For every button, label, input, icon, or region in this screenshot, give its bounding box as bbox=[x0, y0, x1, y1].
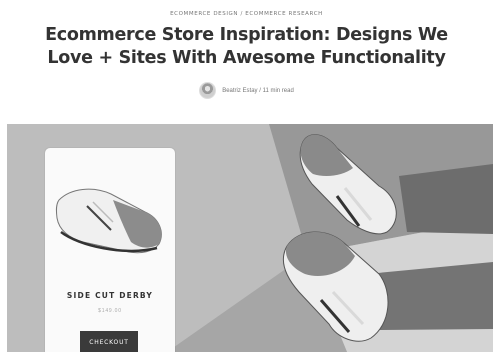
category-link-ecommerce-design[interactable]: ECOMMERCE DESIGN bbox=[170, 11, 238, 17]
leg-upper bbox=[399, 164, 493, 234]
category-breadcrumb: ECOMMERCE DESIGN / ECOMMERCE RESEARCH bbox=[0, 11, 493, 17]
read-time: 11 min read bbox=[262, 87, 294, 94]
byline: Beatriz Estay / 11 min read bbox=[0, 82, 493, 99]
title-line-2: Love + Sites With Awesome Functionality bbox=[47, 48, 446, 68]
article-title: Ecommerce Store Inspiration: Designs We … bbox=[0, 24, 493, 70]
product-card[interactable]: SIDE CUT DERBY $149.00 CHECKOUT bbox=[45, 148, 175, 352]
product-name: SIDE CUT DERBY bbox=[66, 291, 154, 300]
product-price: $149.00 bbox=[98, 308, 122, 314]
page: ECOMMERCE DESIGN / ECOMMERCE RESEARCH Ec… bbox=[0, 0, 493, 352]
article-header: ECOMMERCE DESIGN / ECOMMERCE RESEARCH Ec… bbox=[0, 0, 493, 124]
category-link-ecommerce-research[interactable]: ECOMMERCE RESEARCH bbox=[245, 11, 323, 17]
hero-image: SIDE CUT DERBY $149.00 CHECKOUT bbox=[7, 124, 493, 352]
product-image[interactable] bbox=[53, 160, 167, 260]
title-line-1: Ecommerce Store Inspiration: Designs We bbox=[45, 25, 448, 45]
checkout-button[interactable]: CHECKOUT bbox=[80, 331, 138, 352]
author-avatar[interactable] bbox=[199, 82, 217, 99]
author-link[interactable]: Beatriz Estay bbox=[222, 88, 257, 94]
